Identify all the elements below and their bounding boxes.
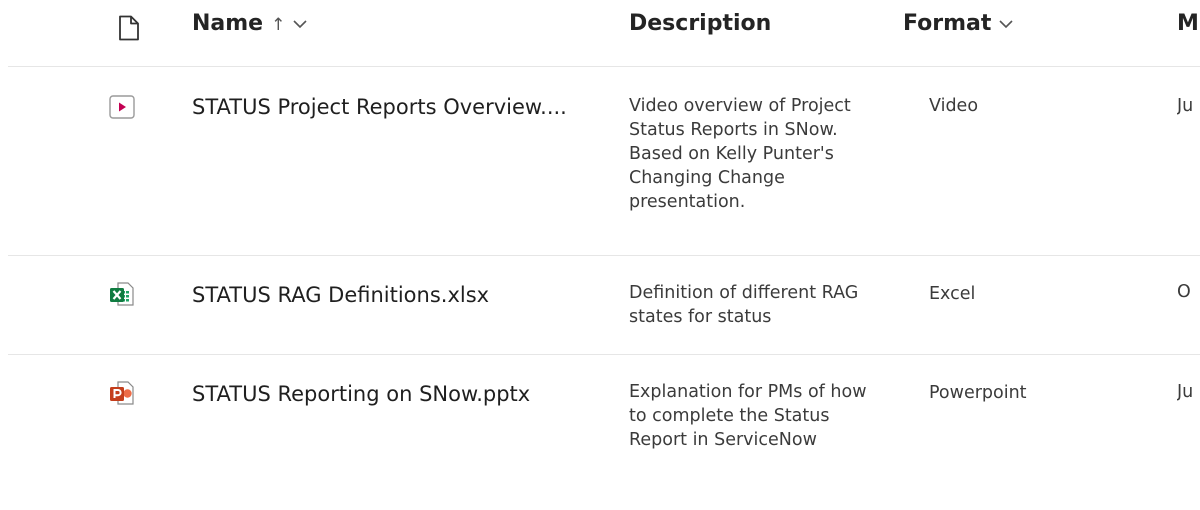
column-header-row: Name ↑ Description Format M (0, 0, 1200, 66)
column-header-name[interactable]: Name ↑ (192, 11, 307, 36)
file-modified: Ju (1177, 96, 1194, 116)
arrow-up-icon: ↑ (271, 15, 286, 35)
file-format: Video (929, 96, 979, 116)
file-description: Video overview of Project Status Reports… (629, 96, 851, 212)
file-format: Excel (929, 284, 976, 304)
file-type-header-icon[interactable] (110, 15, 140, 41)
table-row[interactable]: STATUS Reporting on SNow.pptx Explanatio… (0, 355, 1200, 510)
column-header-description[interactable]: Description (629, 11, 771, 36)
file-name[interactable]: STATUS RAG Definitions.xlsx (192, 283, 489, 307)
table-row[interactable]: STATUS Project Reports Overview.... Vide… (0, 67, 1200, 255)
table-row[interactable]: STATUS RAG Definitions.xlsx Definition o… (0, 256, 1200, 354)
document-icon (119, 15, 139, 41)
video-icon (109, 95, 135, 119)
chevron-down-icon (293, 20, 307, 29)
file-name[interactable]: STATUS Project Reports Overview.... (192, 95, 567, 119)
file-name[interactable]: STATUS Reporting on SNow.pptx (192, 382, 530, 406)
excel-icon (109, 281, 135, 306)
column-header-modified[interactable]: M (1177, 11, 1199, 36)
powerpoint-icon (109, 380, 135, 405)
column-header-format[interactable]: Format (903, 11, 1013, 36)
file-modified: O (1177, 282, 1191, 302)
column-header-name-label: Name (192, 11, 264, 36)
column-header-format-label: Format (903, 11, 992, 36)
file-description: Definition of different RAG states for s… (629, 283, 859, 327)
chevron-down-icon (999, 20, 1013, 29)
file-modified: Ju (1177, 382, 1194, 402)
file-format: Powerpoint (929, 383, 1027, 403)
file-description: Explanation for PMs of how to complete t… (629, 382, 867, 450)
